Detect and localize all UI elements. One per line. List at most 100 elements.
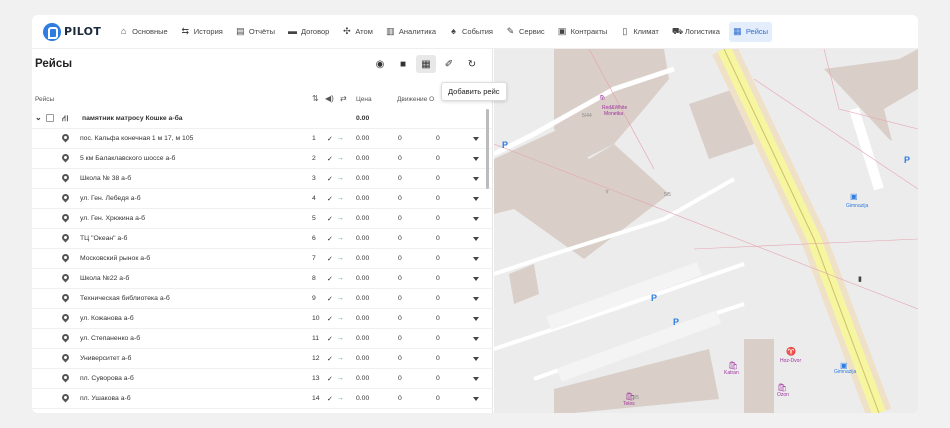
caret-down-icon[interactable] (473, 157, 479, 161)
brush-icon[interactable]: ✐ (439, 55, 459, 73)
house-number: 5/5 (664, 192, 671, 198)
nav-item-6[interactable]: ♠ События (445, 22, 497, 42)
group-row[interactable]: ⌄ ⛙ памятник матросу Кошке а-ба 0.00 (32, 109, 493, 129)
caret-down-icon[interactable] (473, 357, 479, 361)
stop-value: 0 (436, 155, 440, 162)
arrow-right-icon: → (337, 135, 344, 142)
nav-item-label: Аналитика (398, 27, 436, 36)
caret-down-icon[interactable] (473, 397, 479, 401)
nav-item-4[interactable]: ✣ Атом (338, 22, 377, 42)
table-row[interactable]: пос. Кальфа конечная 1 м 17, м 105 1 ✓ → 0.0… (32, 129, 493, 149)
stop-price: 0.00 (356, 375, 370, 382)
nav-item-3[interactable]: ▬ Договор (284, 22, 333, 42)
caret-down-icon[interactable] (473, 277, 479, 281)
caret-down-icon[interactable] (473, 197, 479, 201)
group-checkbox[interactable] (46, 114, 54, 122)
table-row[interactable]: Техническая библиотека а-б 9 ✓ → 0.00 0 0 (32, 289, 493, 309)
table-row[interactable]: Школа №22 а-б 8 ✓ → 0.00 0 0 (32, 269, 493, 289)
caret-down-icon[interactable] (473, 177, 479, 181)
shop-icon[interactable]: 🛍 (777, 383, 787, 392)
check-icon: ✓ (327, 136, 333, 143)
logo[interactable]: PILOT (43, 22, 101, 41)
caret-down-icon[interactable] (473, 297, 479, 301)
table-row[interactable]: ул. Ген. Лебедя а-б 4 ✓ → 0.00 0 0 (32, 189, 493, 209)
table-row[interactable]: Школа № 38 а-б 3 ✓ → 0.00 0 0 (32, 169, 493, 189)
table-row[interactable]: ул. Ревякина а-б15✓→0.0000 (32, 409, 493, 413)
stop-value: 0 (436, 295, 440, 302)
map-label-gimnazia: Gimnazija (834, 369, 857, 375)
nav-item-8[interactable]: ▣ Контракты (554, 22, 612, 42)
scrollbar[interactable] (486, 109, 489, 189)
folder-icon[interactable]: ■ (393, 55, 413, 73)
caret-down-icon[interactable] (473, 137, 479, 141)
app-frame: PILOT ⌂ Основные ⇆ История ▤ Отчёты ▬ Договор ✣ А… (32, 15, 918, 413)
stop-price: 0.00 (356, 155, 370, 162)
caret-down-icon[interactable] (473, 377, 479, 381)
map-view[interactable]: 🛍 Red&White Monetka 5/44 5/5 ♆ 3/5 P P P… (494, 49, 918, 413)
caret-down-icon[interactable] (473, 237, 479, 241)
nav-item-7[interactable]: ✎ Сервис (502, 22, 549, 42)
panel-toolbar: ◉ ■ ▦ ✐ ↻ (370, 55, 485, 73)
poi-teles: Teles (623, 401, 635, 407)
table-row[interactable]: пл. Ушакова а-б 14 ✓ → 0.00 0 0 (32, 389, 493, 409)
map-pin-icon (62, 134, 69, 143)
bell-icon: ♠ (451, 26, 456, 36)
table-row[interactable]: 5 км Балаклавского шоссе а-б 2 ✓ → 0.00 0 0 (32, 149, 493, 169)
table-row[interactable]: ул. Кожанова а-б 10 ✓ → 0.00 0 0 (32, 309, 493, 329)
restaurant-icon[interactable]: ♈ (786, 347, 796, 356)
nav-item-0[interactable]: ⌂ Основные (115, 22, 172, 42)
stop-movement: 0 (398, 195, 402, 202)
stop-movement: 0 (398, 235, 402, 242)
nav-item-label: Логистика (684, 27, 720, 36)
nav-item-2[interactable]: ▤ Отчёты (232, 22, 279, 42)
table-row[interactable]: Московский рынок а-б 7 ✓ → 0.00 0 0 (32, 249, 493, 269)
table-row[interactable]: ул. Ген. Хрюкина а-б 5 ✓ → 0.00 0 0 (32, 209, 493, 229)
nav-item-10[interactable]: ⛟ Логистика (668, 22, 724, 42)
stop-name: Университет а-б (80, 355, 132, 362)
map-pin-icon (62, 194, 69, 203)
map-pin-icon (62, 334, 69, 343)
sort-icon[interactable]: ⇅ (312, 94, 319, 103)
check-icon: ✓ (327, 216, 333, 223)
refresh-icon[interactable]: ↻ (462, 55, 482, 73)
eye-icon[interactable]: ◉ (370, 55, 390, 73)
check-icon: ✓ (327, 176, 333, 183)
map-pin-icon (62, 174, 69, 183)
caret-down-icon[interactable] (473, 337, 479, 341)
nav-item-1[interactable]: ⇆ История (177, 22, 227, 42)
nav-item-11[interactable]: ▦ Рейсы (728, 21, 773, 42)
shop-icon[interactable]: 🛍 (625, 392, 635, 401)
caret-down-icon[interactable] (473, 217, 479, 221)
stop-name: Техническая библиотека а-б (80, 295, 170, 302)
sync-icon[interactable]: ⇄ (340, 94, 347, 103)
add-route-bus-icon[interactable]: ▦ (416, 55, 436, 73)
table-row[interactable]: Университет а-б 12 ✓ → 0.00 0 0 (32, 349, 493, 369)
stop-movement: 0 (398, 395, 402, 402)
stop-value: 0 (436, 315, 440, 322)
stop-price: 0.00 (356, 295, 370, 302)
sound-icon[interactable]: ◀) (325, 94, 334, 103)
stop-value: 0 (436, 195, 440, 202)
chevron-down-icon[interactable]: ⌄ (35, 113, 42, 122)
shop-icon[interactable]: 🛍 (599, 95, 605, 101)
caret-down-icon[interactable] (473, 317, 479, 321)
caret-down-icon[interactable] (473, 257, 479, 261)
stop-value: 0 (436, 375, 440, 382)
stop-name: Школа № 38 а-б (80, 175, 132, 182)
nav-item-9[interactable]: ▯ Климат (616, 22, 663, 42)
check-icon: ✓ (327, 296, 333, 303)
table-row[interactable]: ТЦ "Океан" а-б 6 ✓ → 0.00 0 0 (32, 229, 493, 249)
stop-price: 0.00 (356, 355, 370, 362)
table-row[interactable]: пл. Суворова а-б 13 ✓ → 0.00 0 0 (32, 369, 493, 389)
bus-icon: ▦ (733, 26, 742, 36)
stop-name: пл. Суворова а-б (80, 375, 134, 382)
shop-icon[interactable]: 🛍 (728, 361, 738, 370)
contract-icon: ▬ (288, 26, 298, 36)
column-routes: Рейсы (35, 96, 55, 103)
nav-item-label: Договор (301, 27, 330, 36)
stop-value: 0 (436, 395, 440, 402)
report-icon: ▤ (236, 26, 245, 36)
nav-item-5[interactable]: ▥ Аналитика (382, 22, 440, 42)
thermometer-icon: ▯ (622, 26, 628, 36)
table-row[interactable]: ул. Степаненко а-б 11 ✓ → 0.00 0 0 (32, 329, 493, 349)
